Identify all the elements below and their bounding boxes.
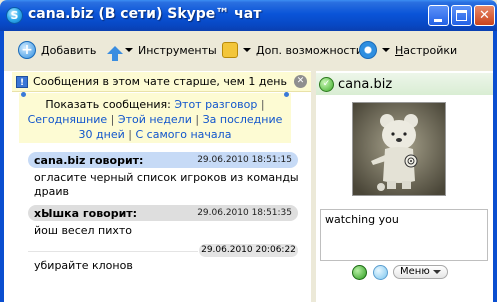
history-line-1: Показать сообщения: Этот разговор | — [19, 97, 291, 112]
puzzle-icon — [222, 42, 238, 58]
online-status-icon: ✓ — [319, 76, 334, 92]
avatar — [352, 102, 446, 196]
window-border-right — [493, 31, 497, 302]
message-time: 29.06.2010 18:51:15 — [197, 155, 292, 165]
maximize-button[interactable] — [451, 5, 472, 26]
tools-button[interactable]: Инструменты — [107, 39, 217, 61]
history-filter-box: Показать сообщения: Этот разговор | Сего… — [19, 92, 291, 143]
window-title: cana.biz (В сети) Skype™ чат — [28, 6, 262, 22]
mood-message-text: watching you — [325, 213, 399, 226]
skype-logo-icon: S — [6, 7, 23, 24]
contact-actions: Меню — [352, 263, 492, 281]
mood-message-box[interactable]: watching you — [320, 209, 488, 261]
message-line: драив — [34, 185, 69, 198]
add-contact-icon: + — [18, 41, 36, 59]
gear-icon — [359, 41, 377, 59]
chevron-down-icon — [382, 48, 390, 52]
link-this-week[interactable]: Этой недели — [118, 113, 192, 126]
link-last-30-days[interactable]: За последние — [203, 113, 283, 126]
link-from-start[interactable]: С самого начала — [135, 128, 231, 141]
settings-button[interactable]: Настройки — [359, 39, 457, 61]
divider — [28, 251, 198, 252]
separator: | — [260, 98, 265, 111]
old-messages-notice: ! Сообщения в этом чате старше, чем 1 де… — [12, 72, 311, 92]
message-text: убирайте клонов — [34, 259, 304, 273]
contact-name[interactable]: cana.biz — [338, 77, 392, 92]
close-button[interactable]: ✕ — [474, 5, 495, 26]
bear-avatar-image — [353, 103, 445, 195]
history-line-3: 30 дней | С самого начала — [19, 127, 291, 142]
extras-button[interactable]: Доп. возможности — [222, 39, 363, 61]
separator: | — [110, 113, 115, 126]
message-header: хЫшка говорит: 29.06.2010 18:51:35 — [28, 205, 298, 221]
message-time: 29.06.2010 18:51:35 — [197, 208, 292, 218]
title-bar[interactable]: S cana.biz (В сети) Skype™ чат ✕ — [0, 0, 497, 31]
contact-panel: ✓ cana.biz watching you Меню — [316, 71, 493, 302]
skype-chat-window: S cana.biz (В сети) Skype™ чат ✕ + Добав… — [0, 0, 497, 302]
share-arrow-stem — [112, 53, 118, 61]
toolbar: + Добавить Инструменты Доп. возможности … — [0, 31, 497, 71]
contact-menu-label: Меню — [400, 266, 430, 277]
separator: | — [128, 128, 132, 141]
separator: | — [195, 113, 200, 126]
chat-history-pane[interactable]: ! Сообщения в этом чате старше, чем 1 де… — [4, 71, 311, 302]
link-today[interactable]: Сегодняшние — [28, 113, 108, 126]
contact-header: ✓ cana.biz — [316, 73, 493, 95]
add-button[interactable]: + Добавить — [18, 39, 96, 61]
chevron-down-icon — [243, 48, 251, 52]
call-button[interactable] — [352, 264, 367, 280]
message-line: огласите черный список игроков из команд… — [34, 171, 299, 184]
chat-button[interactable] — [373, 264, 388, 280]
info-icon: ! — [16, 75, 28, 88]
message-line: йош весел пихто — [34, 224, 133, 237]
link-last-30-days-cont[interactable]: 30 дней — [79, 128, 125, 141]
pin-icon — [21, 92, 26, 97]
notice-close-button[interactable]: ✕ — [294, 75, 307, 88]
chevron-down-icon — [432, 270, 441, 274]
add-button-label: Добавить — [41, 43, 97, 57]
tools-button-label: Инструменты — [138, 43, 217, 57]
extras-button-label: Доп. возможности — [256, 43, 364, 57]
message-author: хЫшка говорит: — [34, 206, 138, 220]
maximize-icon — [456, 10, 467, 21]
message-author: cana.biz говорит: — [34, 153, 144, 167]
message-line: убирайте клонов — [34, 259, 133, 272]
settings-button-label: Настройки — [395, 43, 458, 57]
message-text: йош весел пихто — [34, 224, 304, 238]
history-line-2: Сегодняшние | Этой недели | За последние — [19, 112, 291, 127]
pin-icon — [284, 92, 289, 97]
message-header: cana.biz говорит: 29.06.2010 18:51:15 — [28, 152, 298, 168]
history-prefix: Показать сообщения: — [45, 98, 171, 111]
share-arrow-icon — [107, 46, 123, 54]
contact-menu-button[interactable]: Меню — [393, 265, 448, 279]
link-this-conversation[interactable]: Этот разговор — [174, 98, 257, 111]
message-text: огласите черный список игроков из команд… — [34, 171, 304, 199]
notice-text: Сообщения в этом чате старше, чем 1 день — [33, 75, 287, 88]
message-time: 29.06.2010 20:06:22 — [199, 244, 298, 257]
minimize-icon — [434, 19, 442, 22]
chevron-down-icon — [125, 48, 133, 52]
minimize-button[interactable] — [428, 5, 449, 26]
